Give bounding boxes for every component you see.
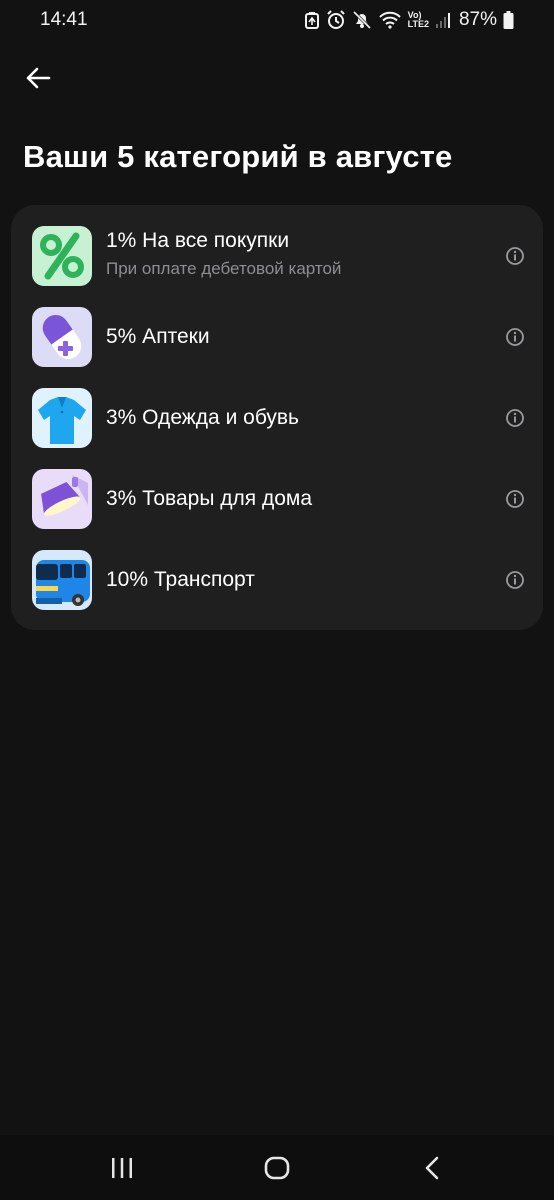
pill-icon xyxy=(32,307,92,367)
category-title: 3% Одежда и обувь xyxy=(106,406,299,429)
chevron-left-icon xyxy=(425,1156,439,1180)
category-title: 5% Аптеки xyxy=(106,325,210,348)
category-title: 10% Транспорт xyxy=(106,568,255,591)
info-icon xyxy=(506,247,524,265)
nav-back-button[interactable] xyxy=(412,1153,452,1183)
volte-lte2-icon: Vo) LTE2 xyxy=(408,11,429,29)
recents-icon xyxy=(112,1158,132,1178)
alarm-icon xyxy=(326,10,346,30)
recents-button[interactable] xyxy=(102,1153,142,1183)
info-icon xyxy=(506,571,524,589)
home-icon xyxy=(264,1156,290,1180)
info-icon xyxy=(506,328,524,346)
info-icon xyxy=(506,409,524,427)
data-saver-icon xyxy=(304,11,320,29)
info-button[interactable] xyxy=(505,246,525,266)
category-item-clothes[interactable]: 3% Одежда и обувь xyxy=(11,388,543,458)
info-button[interactable] xyxy=(505,489,525,509)
lte-label: LTE2 xyxy=(407,19,429,29)
signal-icon xyxy=(435,11,451,29)
mute-icon xyxy=(352,10,372,30)
battery-percent: 87% xyxy=(458,9,497,30)
info-button[interactable] xyxy=(505,570,525,590)
info-button[interactable] xyxy=(505,327,525,347)
lamp-icon xyxy=(32,469,92,529)
info-button[interactable] xyxy=(505,408,525,428)
bus-icon xyxy=(32,550,92,610)
category-item-pharmacy[interactable]: 5% Аптеки xyxy=(11,307,543,377)
wifi-icon xyxy=(378,11,402,29)
page-title: Ваши 5 категорий в августе xyxy=(23,139,453,174)
percent-icon xyxy=(32,226,92,286)
battery-icon xyxy=(503,11,514,29)
back-button[interactable] xyxy=(20,60,56,96)
category-item-home-goods[interactable]: 3% Товары для дома xyxy=(11,469,543,539)
status-time: 14:41 xyxy=(40,9,88,30)
arrow-left-icon xyxy=(26,67,51,89)
category-item-all-purchases[interactable]: 1% На все покупки При оплате дебетовой к… xyxy=(11,226,543,296)
category-title: 1% На все покупки xyxy=(106,229,290,252)
category-subtitle: При оплате дебетовой картой xyxy=(106,259,342,278)
category-title: 3% Товары для дома xyxy=(106,487,313,510)
categories-card: 1% На все покупки При оплате дебетовой к… xyxy=(11,205,543,630)
system-nav-bar xyxy=(0,1135,554,1200)
tshirt-icon xyxy=(32,388,92,448)
status-icons: Vo) LTE2 87% xyxy=(304,8,514,32)
home-button[interactable] xyxy=(257,1153,297,1183)
category-item-transport[interactable]: 10% Транспорт xyxy=(11,550,543,620)
status-bar: 14:41 Vo) LTE2 87% xyxy=(0,0,554,40)
info-icon xyxy=(506,490,524,508)
